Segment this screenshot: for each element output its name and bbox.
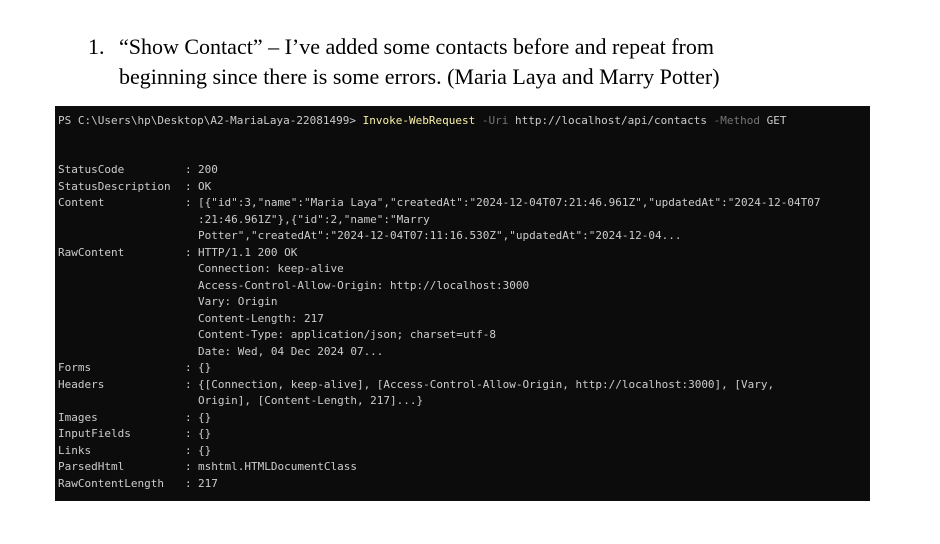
property-separator: : xyxy=(185,443,199,457)
property-value-line: mshtml.HTMLDocumentClass xyxy=(198,460,357,473)
response-property-row: StatusDescription: OK xyxy=(58,179,868,196)
property-value-line: Vary: Origin xyxy=(198,295,278,308)
property-separator: : xyxy=(185,476,199,490)
property-separator: : xyxy=(185,460,199,473)
property-value: OK xyxy=(198,179,868,196)
response-property-list: StatusCode: 200 StatusDescription: OK Cont… xyxy=(58,162,868,492)
property-key: StatusDescription xyxy=(58,179,171,193)
property-key: ParsedHtml xyxy=(58,460,125,473)
property-key: Links xyxy=(58,443,92,457)
property-value-line: Connection: keep-alive xyxy=(198,262,344,275)
property-value: {} xyxy=(198,410,868,427)
property-key: Headers xyxy=(58,377,105,391)
property-value-line: Origin], [Content-Length, 217]...} xyxy=(198,394,424,407)
property-value-line: Content-Type: application/json; charset=… xyxy=(198,328,497,341)
response-property-row: Content: [{"id":3,"name":"Maria Laya","c… xyxy=(58,195,868,245)
response-property-row: Forms: {} xyxy=(58,360,868,377)
property-value-line: {[Connection, keep-alive], [Access-Contr… xyxy=(198,377,775,391)
method-parameter: -Method xyxy=(707,114,767,127)
property-key: Content xyxy=(58,196,105,209)
property-separator: : xyxy=(185,179,199,193)
property-value-line: OK xyxy=(198,179,212,193)
property-separator: : xyxy=(185,427,199,440)
property-value-line: {} xyxy=(198,410,212,424)
prompt-path: PS C:\Users\hp\Desktop\A2-MariaLaya-2208… xyxy=(58,114,363,127)
response-property-row: Images: {} xyxy=(58,410,868,427)
property-value-line: {} xyxy=(198,427,212,440)
property-key: Forms xyxy=(58,361,92,374)
response-property-row: RawContent: HTTP/1.1 200 OK Connection: k… xyxy=(58,245,868,361)
property-separator: : xyxy=(185,163,199,176)
property-key: RawContent xyxy=(58,245,125,259)
response-property-row: StatusCode: 200 xyxy=(58,162,868,179)
property-value: {} xyxy=(198,443,868,460)
property-value: HTTP/1.1 200 OK Connection: keep-alive Acc… xyxy=(198,245,868,361)
response-property-row: InputFields: {} xyxy=(58,426,868,443)
list-item-text-line-2: beginning since there is some errors. (M… xyxy=(119,64,720,89)
property-separator: : xyxy=(185,361,199,374)
uri-parameter: -Uri xyxy=(475,114,515,127)
property-value-line: 217 xyxy=(198,476,218,490)
property-value: 200 xyxy=(198,162,868,179)
powershell-terminal-screenshot: PS C:\Users\hp\Desktop\A2-MariaLaya-2208… xyxy=(55,106,870,501)
property-value-line: [{"id":3,"name":"Maria Laya","createdAt"… xyxy=(198,196,821,209)
property-key: Images xyxy=(58,410,98,424)
uri-value: http://localhost/api/contacts xyxy=(514,114,708,127)
prompt-line: PS C:\Users\hp\Desktop\A2-MariaLaya-2208… xyxy=(58,113,787,128)
property-value: mshtml.HTMLDocumentClass xyxy=(198,459,868,476)
response-property-row: Headers: {[Connection, keep-alive], [Acc… xyxy=(58,377,868,410)
property-value-line: :21:46.961Z"},{"id":2,"name":"Marry xyxy=(198,212,430,226)
command-name: Invoke-WebRequest xyxy=(362,114,476,127)
property-value: [{"id":3,"name":"Maria Laya","createdAt"… xyxy=(198,195,868,245)
property-value-line: {} xyxy=(198,443,212,457)
response-property-row: Links: {} xyxy=(58,443,868,460)
response-property-row: ParsedHtml: mshtml.HTMLDocumentClass xyxy=(58,459,868,476)
property-key: StatusCode xyxy=(58,163,125,176)
property-value: {} xyxy=(198,426,868,443)
property-value: {[Connection, keep-alive], [Access-Contr… xyxy=(198,377,868,410)
property-value-line: {} xyxy=(198,361,212,374)
method-value: GET xyxy=(766,114,787,127)
property-separator: : xyxy=(185,196,199,209)
property-value-line: 200 xyxy=(198,163,218,176)
property-value-line: Content-Length: 217 xyxy=(198,311,324,325)
property-separator: : xyxy=(185,245,199,259)
property-key: InputFields xyxy=(58,427,131,440)
property-value-line: Date: Wed, 04 Dec 2024 07... xyxy=(198,344,384,358)
property-value: 217 xyxy=(198,476,868,493)
property-value-line: HTTP/1.1 200 OK xyxy=(198,245,298,259)
property-value-line: Potter","createdAt":"2024-12-04T07:11:16… xyxy=(198,229,682,242)
property-value: {} xyxy=(198,360,868,377)
list-item-number: 1. xyxy=(88,34,105,59)
property-value-line: Access-Control-Allow-Origin: http://loca… xyxy=(198,278,530,292)
list-item-text-line-1: “Show Contact” – I’ve added some contact… xyxy=(119,34,714,59)
response-property-row: RawContentLength: 217 xyxy=(58,476,868,493)
property-separator: : xyxy=(185,410,199,424)
property-key: RawContentLength xyxy=(58,476,164,490)
property-separator: : xyxy=(185,377,199,391)
